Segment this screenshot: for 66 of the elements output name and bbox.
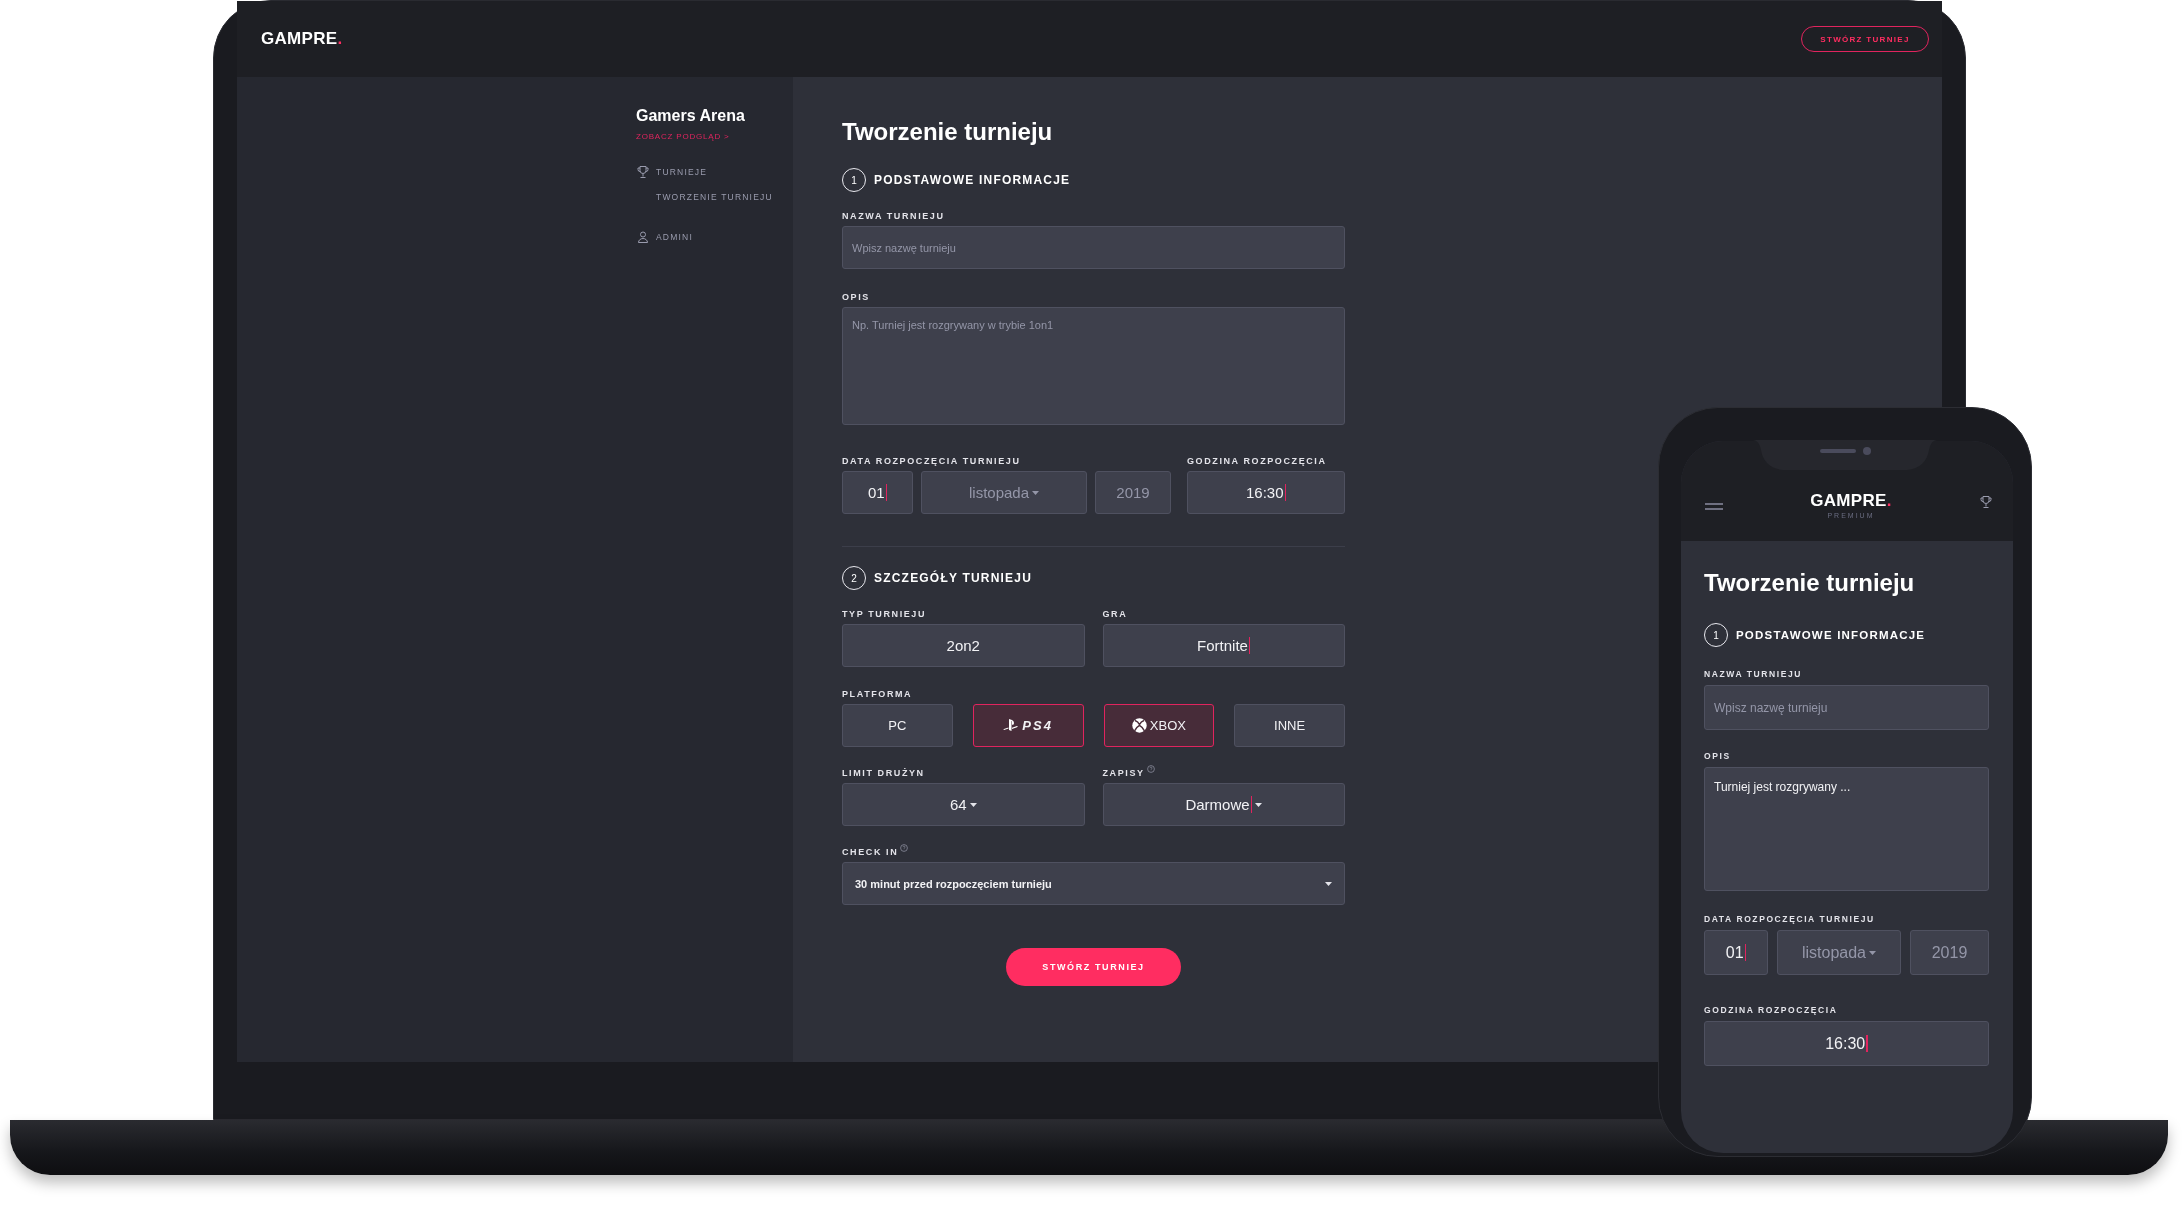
platform-button[interactable]: PS4 bbox=[972, 704, 1084, 747]
game-field[interactable]: Fortnite bbox=[1102, 624, 1345, 667]
text-cursor bbox=[1248, 637, 1251, 654]
menu-icon[interactable] bbox=[1705, 503, 1723, 511]
logo[interactable]: GAMPRE. bbox=[261, 29, 343, 49]
trophy-icon bbox=[636, 164, 650, 179]
caret-icon bbox=[1255, 802, 1263, 807]
caret-icon bbox=[1032, 490, 1039, 495]
page-title: Tworzenie turnieju bbox=[1704, 568, 1916, 598]
help-icon[interactable] bbox=[900, 844, 909, 852]
description-field[interactable]: Np. Turniej jest rozgrywany w trybie 1on1 bbox=[842, 307, 1345, 425]
platform-button[interactable]: XBOX bbox=[1103, 704, 1215, 747]
name-field[interactable]: Wpisz nazwę turnieju bbox=[1704, 685, 1989, 730]
field-label: DATA ROZPOCZĘCIA TURNIEJU bbox=[842, 456, 1021, 466]
field-label: GODZINA ROZPOCZĘCIA bbox=[1187, 456, 1327, 466]
description-field[interactable]: Turniej jest rozgrywany ... bbox=[1704, 767, 1989, 891]
team-limit-dropdown[interactable]: 64 bbox=[842, 783, 1085, 826]
field-label: GODZINA ROZPOCZĘCIA bbox=[1704, 1005, 1838, 1015]
field-label: OPIS bbox=[1704, 751, 1731, 761]
logo[interactable]: GAMPRE. bbox=[1810, 491, 1892, 511]
field-label: LIMIT DRUŻYN bbox=[842, 768, 925, 778]
text-cursor bbox=[885, 484, 888, 501]
nav-item[interactable]: TURNIEJE bbox=[656, 166, 708, 177]
logo-icon bbox=[1003, 719, 1020, 732]
field-label: TYP TURNIEJU bbox=[842, 609, 927, 619]
field-label: OPIS bbox=[842, 292, 870, 302]
field-label: GRA bbox=[1102, 609, 1128, 619]
name-field[interactable]: Wpisz nazwę turnieju bbox=[842, 226, 1345, 269]
caret-icon bbox=[1325, 881, 1332, 886]
field-label: NAZWA TURNIEJU bbox=[842, 211, 945, 221]
logo-icon bbox=[1131, 718, 1147, 733]
field-label: ZAPISY bbox=[1102, 768, 1145, 778]
day-field[interactable]: 01 bbox=[842, 471, 913, 514]
check-in-dropdown[interactable]: 30 minut przed rozpoczęciem turnieju bbox=[842, 862, 1345, 905]
time-field[interactable]: 16:30 bbox=[1704, 1021, 1989, 1066]
field-label: DATA ROZPOCZĘCIA TURNIEJU bbox=[1704, 914, 1875, 924]
text-cursor bbox=[1250, 796, 1253, 813]
platform-button[interactable]: INNE bbox=[1234, 704, 1345, 747]
create-tournament-button[interactable]: STWÓRZ TURNIEJ bbox=[1006, 948, 1181, 986]
section-title: SZCZEGÓŁY TURNIEJU bbox=[874, 571, 1033, 585]
field-label: PLATFORMA bbox=[842, 689, 913, 699]
caret-icon bbox=[1869, 950, 1876, 955]
type-field[interactable]: 2on2 bbox=[842, 624, 1085, 667]
nav-item[interactable]: ADMINI bbox=[656, 231, 693, 242]
platform-button[interactable]: PC bbox=[842, 704, 953, 747]
caret-icon bbox=[969, 802, 977, 807]
text-cursor bbox=[1866, 1034, 1868, 1053]
year-field[interactable]: 2019 bbox=[1095, 471, 1171, 514]
field-label: NAZWA TURNIEJU bbox=[1704, 669, 1803, 679]
text-cursor bbox=[1744, 943, 1747, 962]
month-dropdown[interactable]: listopada bbox=[1777, 930, 1901, 975]
section-title: PODSTAWOWE INFORMACJE bbox=[1736, 629, 1926, 641]
signups-dropdown[interactable]: Darmowe bbox=[1102, 783, 1345, 826]
year-field[interactable]: 2019 bbox=[1910, 930, 1989, 975]
time-field[interactable]: 16:30 bbox=[1187, 471, 1345, 514]
field-label: CHECK IN bbox=[842, 847, 899, 857]
text-cursor bbox=[1284, 484, 1286, 501]
nav-subitem[interactable]: TWORZENIE TURNIEJU bbox=[656, 191, 773, 202]
month-dropdown[interactable]: listopada bbox=[921, 471, 1087, 514]
organization-name: Gamers Arena bbox=[636, 107, 746, 125]
page-title: Tworzenie turnieju bbox=[842, 117, 1054, 147]
trophy-icon bbox=[1979, 495, 1993, 509]
section-title: PODSTAWOWE INFORMACJE bbox=[874, 173, 1071, 187]
day-field[interactable]: 01 bbox=[1704, 930, 1768, 975]
user-icon bbox=[637, 230, 649, 243]
help-icon[interactable] bbox=[1146, 765, 1155, 773]
